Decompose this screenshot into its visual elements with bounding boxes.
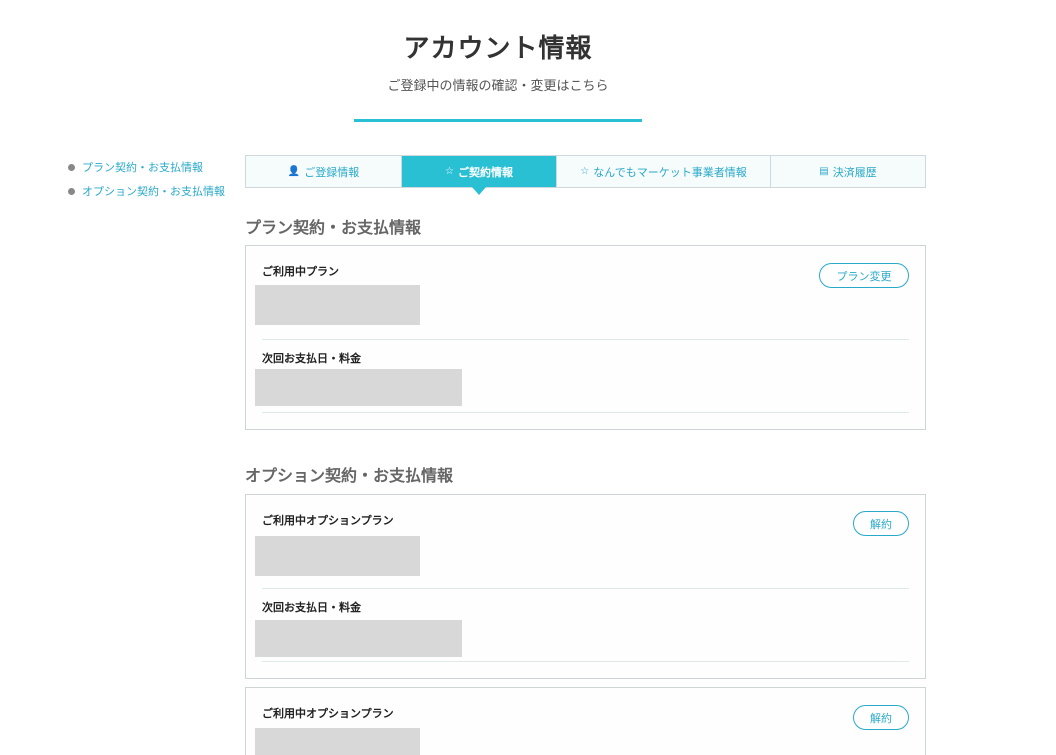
side-nav: プラン契約・お支払情報 オプション契約・お支払情報: [68, 155, 225, 203]
star-outline-icon: ☆: [445, 166, 454, 177]
divider: [262, 588, 909, 589]
side-nav-item-option[interactable]: オプション契約・お支払情報: [68, 179, 225, 203]
current-option-label: ご利用中オプションプラン: [262, 707, 394, 720]
option-section-heading: オプション契約・お支払情報: [245, 466, 454, 485]
plan-card: ご利用中プラン プラン変更 次回お支払日・料金: [245, 245, 926, 430]
cancel-button[interactable]: 解約: [853, 511, 909, 536]
divider: [262, 412, 909, 413]
card-icon: ▤: [819, 166, 829, 177]
tab-label: なんでもマーケット事業者情報: [593, 165, 747, 179]
side-nav-item-label: プラン契約・お支払情報: [82, 161, 203, 174]
next-payment-label: 次回お支払日・料金: [262, 352, 361, 365]
page-subtitle: ご登録中の情報の確認・変更はこちら: [387, 79, 609, 94]
cancel-button[interactable]: 解約: [853, 705, 909, 730]
current-plan-label: ご利用中プラン: [262, 265, 339, 278]
tab-label: ご登録情報: [304, 165, 360, 179]
bullet-icon: [68, 163, 75, 171]
side-nav-item-plan[interactable]: プラン契約・お支払情報: [68, 155, 225, 179]
divider: [262, 339, 909, 340]
current-option-value: [255, 728, 420, 755]
plan-change-button[interactable]: プラン変更: [819, 263, 909, 288]
current-option-value: [255, 536, 420, 576]
tab-contract-info[interactable]: ☆ ご契約情報: [402, 156, 557, 195]
tab-registration-info[interactable]: 👤 ご登録情報: [246, 156, 402, 187]
divider: [262, 661, 909, 662]
bullet-icon: [68, 187, 75, 195]
tab-market-business-info[interactable]: ☆ なんでもマーケット事業者情報: [557, 156, 771, 187]
current-plan-value: [255, 285, 420, 325]
next-payment-label: 次回お支払日・料金: [262, 601, 361, 614]
next-payment-value: [255, 620, 462, 657]
current-option-label: ご利用中オプションプラン: [262, 514, 394, 527]
title-underline: [354, 119, 642, 122]
tab-label: ご契約情報: [457, 165, 513, 179]
tab-label: 決済履歴: [832, 165, 877, 179]
next-payment-value: [255, 369, 462, 406]
side-nav-item-label: オプション契約・お支払情報: [82, 185, 225, 198]
page-title: アカウント情報: [403, 34, 593, 64]
plan-section-heading: プラン契約・お支払情報: [245, 218, 422, 237]
option-card: ご利用中オプションプラン 解約: [245, 687, 926, 755]
user-icon: 👤: [287, 166, 301, 177]
tab-payment-history[interactable]: ▤ 決済履歴: [771, 156, 925, 187]
star-outline-icon: ☆: [580, 166, 590, 177]
tab-bar: 👤 ご登録情報 ☆ ご契約情報 ☆ なんでもマーケット事業者情報 ▤ 決済履歴: [245, 155, 926, 195]
option-card: ご利用中オプションプラン 解約 次回お支払日・料金: [245, 494, 926, 679]
